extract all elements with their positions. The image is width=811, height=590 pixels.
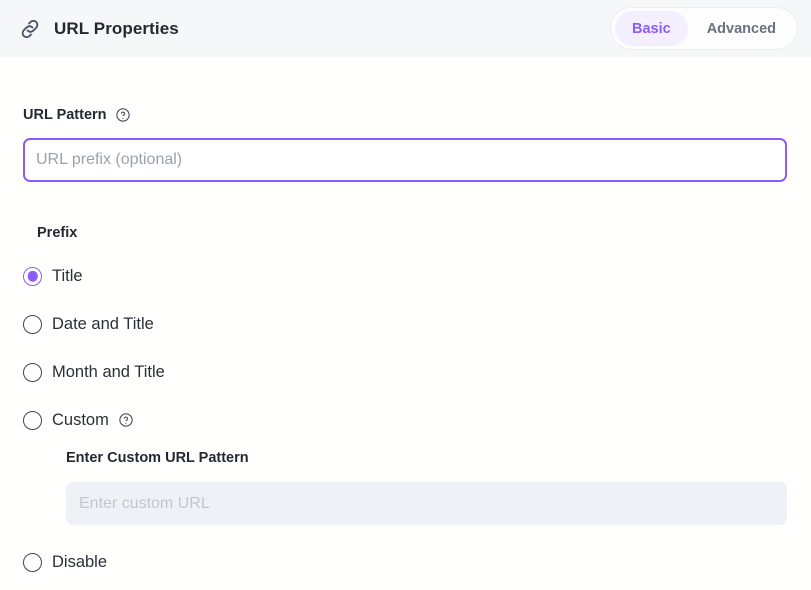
url-pattern-help-icon[interactable]: [115, 107, 131, 123]
custom-help-icon[interactable]: [118, 412, 134, 428]
panel-header-left: URL Properties: [18, 17, 179, 41]
page-title: URL Properties: [54, 18, 179, 38]
url-pattern-label-row: URL Pattern: [23, 107, 788, 123]
url-pattern-field: URL Pattern: [23, 57, 788, 182]
radio-label-title: Title: [52, 266, 83, 285]
tab-basic[interactable]: Basic: [614, 11, 688, 46]
radio-indicator-disable[interactable]: [23, 552, 42, 572]
radio-option-date-and-title[interactable]: Date and Title: [23, 310, 154, 338]
radio-label-month-and-title: Month and Title: [52, 362, 165, 381]
prefix-section-label: Prefix: [37, 225, 78, 241]
radio-indicator-month-and-title[interactable]: [23, 362, 42, 382]
radio-label-disable: Disable: [52, 552, 108, 571]
prefix-radio-group: Title Date and Title Month and Title Cus…: [23, 262, 788, 576]
custom-url-label: Enter Custom URL Pattern: [66, 450, 249, 466]
panel-header: URL Properties Basic Advanced: [0, 0, 811, 57]
radio-option-custom[interactable]: Custom: [23, 406, 134, 434]
url-pattern-input[interactable]: [23, 138, 787, 182]
radio-indicator-custom[interactable]: [23, 410, 42, 430]
tab-advanced[interactable]: Advanced: [690, 11, 793, 46]
radio-option-month-and-title[interactable]: Month and Title: [23, 358, 165, 386]
custom-url-input[interactable]: [66, 482, 787, 525]
radio-label-date-and-title: Date and Title: [52, 314, 154, 333]
url-pattern-label: URL Pattern: [23, 107, 107, 123]
radio-option-disable[interactable]: Disable: [23, 548, 107, 576]
panel-body: URL Pattern Prefix Title Date and Title …: [0, 57, 811, 576]
radio-label-custom: Custom: [52, 410, 109, 429]
radio-indicator-title[interactable]: [23, 266, 42, 286]
view-mode-tabs: Basic Advanced: [609, 7, 798, 50]
radio-option-title[interactable]: Title: [23, 262, 83, 290]
link-icon: [18, 17, 42, 41]
radio-indicator-date-and-title[interactable]: [23, 314, 42, 334]
custom-url-field: Enter Custom URL Pattern: [66, 450, 788, 525]
